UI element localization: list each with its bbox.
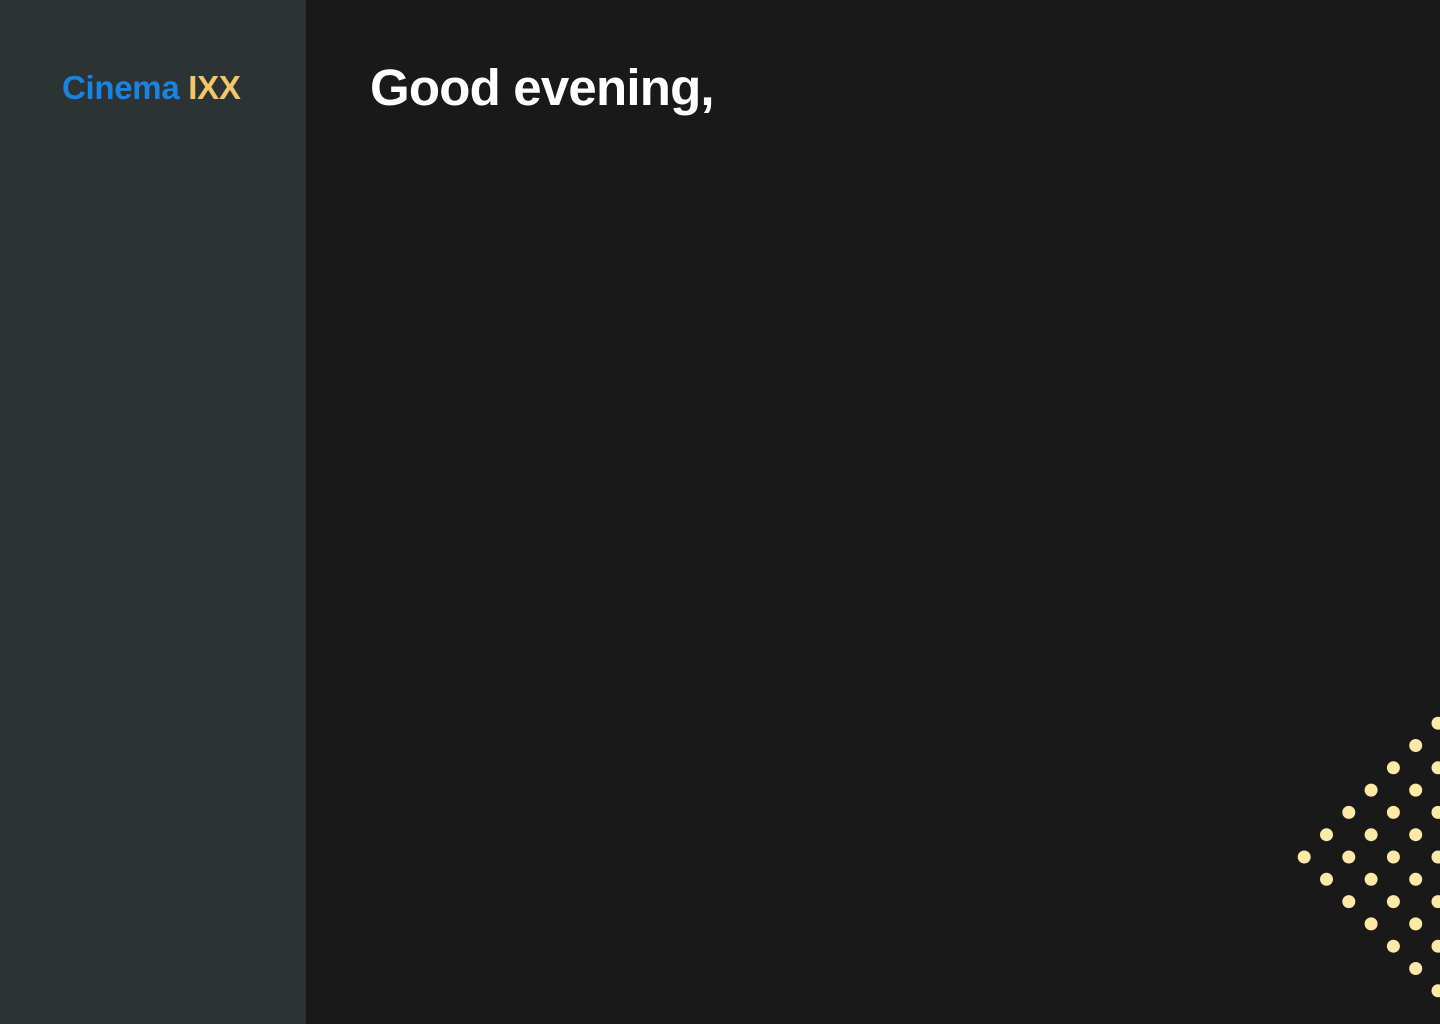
decorative-dot bbox=[1386, 761, 1400, 775]
decorative-dot bbox=[1431, 895, 1440, 909]
decorative-dot bbox=[1364, 917, 1378, 931]
decorative-dot bbox=[1409, 828, 1423, 842]
decorative-dot bbox=[1431, 939, 1440, 953]
decorative-dot bbox=[1431, 716, 1440, 730]
decorative-dot bbox=[1320, 828, 1333, 842]
decorative-dot bbox=[1431, 984, 1440, 998]
main-content: Good evening, bbox=[306, 0, 1440, 1024]
decorative-dot bbox=[1409, 917, 1423, 931]
decorative-dot bbox=[1409, 872, 1423, 886]
decorative-dot bbox=[1431, 761, 1440, 775]
decorative-dot bbox=[1342, 850, 1356, 864]
decorative-dot bbox=[1386, 850, 1400, 864]
decorative-dot bbox=[1409, 739, 1423, 752]
decorative-dot bbox=[1320, 872, 1333, 886]
decorative-dot bbox=[1431, 805, 1440, 819]
decorative-dot bbox=[1342, 895, 1356, 909]
decorative-dot bbox=[1386, 805, 1400, 819]
decorative-dot bbox=[1431, 850, 1440, 864]
logo-text-accent: IXX bbox=[188, 69, 241, 106]
decorative-dot bbox=[1364, 828, 1378, 842]
decorative-dot bbox=[1386, 895, 1400, 909]
brand-logo[interactable]: Cinema IXX bbox=[62, 68, 241, 108]
logo-text-primary: Cinema bbox=[62, 69, 180, 106]
decorative-dot bbox=[1409, 783, 1423, 797]
decorative-dot-pattern bbox=[1297, 716, 1440, 998]
sidebar: Cinema IXX bbox=[0, 0, 306, 1024]
decorative-dot bbox=[1364, 783, 1378, 797]
decorative-dot bbox=[1364, 872, 1378, 886]
decorative-dot bbox=[1297, 850, 1311, 864]
decorative-dot bbox=[1386, 939, 1400, 953]
decorative-dot bbox=[1342, 805, 1356, 819]
decorative-dot bbox=[1409, 962, 1423, 975]
greeting-heading: Good evening, bbox=[370, 59, 715, 116]
app-window: Cinema IXX Good evening, bbox=[0, 0, 1440, 1024]
